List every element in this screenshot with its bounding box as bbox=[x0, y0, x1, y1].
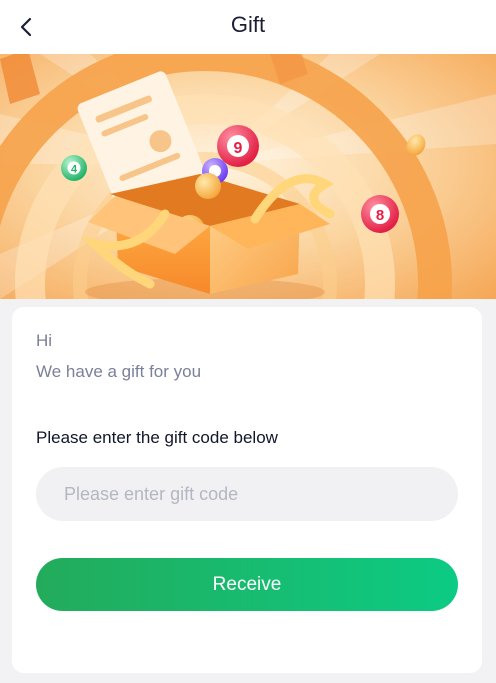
top-bar: Gift bbox=[0, 0, 496, 54]
ball-number-8: 8 bbox=[376, 207, 384, 224]
ball-number-9: 9 bbox=[234, 140, 243, 157]
gift-banner: 9 4 8 bbox=[0, 54, 496, 299]
gift-message: We have a gift for you bbox=[36, 362, 202, 381]
page-title: Gift bbox=[230, 12, 266, 37]
gift-card: Hi We have a gift for you Please enter t… bbox=[12, 307, 482, 673]
ball-number-4: 4 bbox=[71, 164, 78, 176]
gift-code-label: Please enter the gift code below bbox=[36, 428, 278, 447]
gift-code-input[interactable] bbox=[36, 467, 458, 521]
greeting-text: Hi bbox=[36, 331, 53, 350]
receive-button[interactable]: Receive bbox=[36, 558, 458, 611]
